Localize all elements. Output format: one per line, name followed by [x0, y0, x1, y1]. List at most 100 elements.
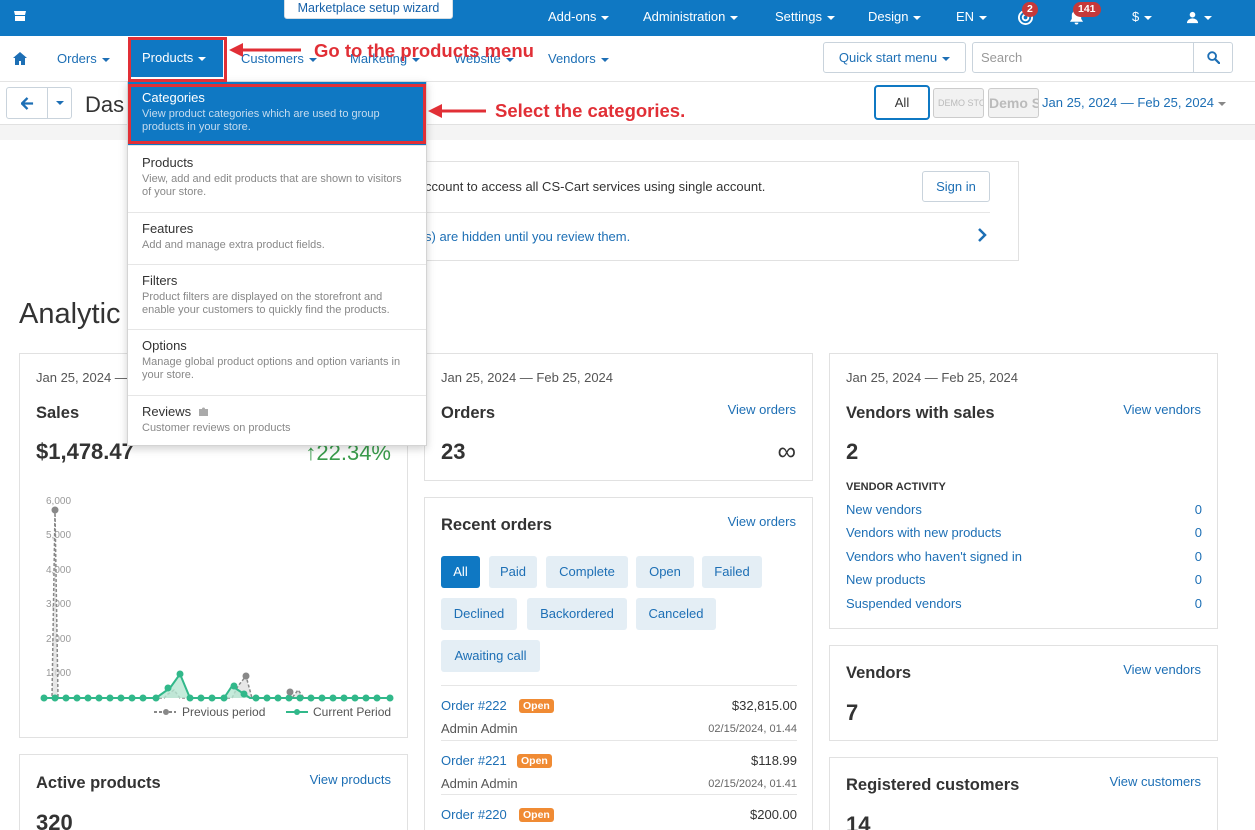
recent-orders-card: Recent orders View orders All Paid Compl…: [424, 497, 813, 830]
view-products-link[interactable]: View products: [310, 772, 391, 787]
order-number-link[interactable]: Order #221: [441, 753, 507, 768]
menu-item-filters[interactable]: Filters Product filters are displayed on…: [128, 265, 426, 330]
legend-previous: Previous period: [182, 705, 265, 719]
chevron-right-icon[interactable]: [977, 228, 987, 242]
annotation-products-menu: Go to the products menu: [314, 40, 534, 61]
order-customer: Admin Admin: [441, 776, 518, 791]
order-amount: $118.99: [750, 753, 797, 768]
recent-view-orders-link[interactable]: View orders: [728, 514, 796, 529]
sales-title: Sales: [36, 404, 80, 422]
design-menu[interactable]: Design: [868, 9, 922, 24]
order-row[interactable]: Order #220 Open $200.00: [441, 794, 797, 830]
order-status-badge: Open: [519, 699, 554, 713]
active-products-value: 320: [36, 810, 73, 830]
order-date: 02/15/2024, 01.41: [708, 778, 797, 790]
back-dropdown-button[interactable]: [47, 87, 72, 119]
filter-backordered[interactable]: Backordered: [527, 598, 627, 630]
sales-chart: 6,000 5,000 4,000 3,000 2,000 1,000 Prev…: [40, 496, 394, 719]
language-menu[interactable]: EN: [956, 9, 988, 24]
vendors-title: Vendors: [846, 664, 912, 682]
search-button[interactable]: [1193, 42, 1233, 73]
date-range-picker[interactable]: Jan 25, 2024 — Feb 25, 2024: [1042, 95, 1227, 110]
view-customers-link[interactable]: View customers: [1109, 774, 1201, 789]
user-menu[interactable]: [1186, 9, 1212, 24]
highlight-categories-item: [128, 84, 426, 144]
current-period-points: [40, 670, 394, 702]
menu-item-features[interactable]: Features Add and manage extra product fi…: [128, 213, 426, 265]
menu-item-options[interactable]: Options Manage global product options an…: [128, 330, 426, 396]
order-number-link[interactable]: Order #222: [441, 698, 507, 713]
filter-open[interactable]: Open: [636, 556, 694, 588]
marketplace-setup-wizard-button[interactable]: Marketplace setup wizard: [284, 0, 453, 19]
annotation-categories: Select the categories.: [495, 100, 686, 121]
y-tick-3000: 3,000: [46, 599, 71, 610]
nav-vendors[interactable]: Vendors: [548, 51, 609, 66]
order-status-badge: Open: [517, 754, 552, 768]
orders-card: Jan 25, 2024 — Feb 25, 2024 Orders View …: [424, 353, 813, 481]
search-input[interactable]: [972, 42, 1194, 73]
customers-title: Registered customers: [846, 776, 1020, 794]
active-products-title: Active products: [36, 774, 161, 792]
notice-review-link[interactable]: s) are hidden until you review them.: [425, 229, 630, 244]
currency-menu[interactable]: $: [1132, 9, 1153, 24]
recent-orders-title: Recent orders: [441, 516, 552, 534]
arrow-left-icon: [21, 97, 34, 110]
administration-menu[interactable]: Administration: [643, 9, 739, 24]
order-row[interactable]: Order #222 Open $32,815.00 Admin Admin 0…: [441, 685, 797, 740]
filter-canceled[interactable]: Canceled: [636, 598, 716, 630]
filter-failed[interactable]: Failed: [702, 556, 762, 588]
filter-declined[interactable]: Declined: [441, 598, 517, 630]
y-tick-6000: 6,000: [46, 496, 71, 507]
filter-all[interactable]: All: [441, 556, 480, 588]
y-tick-1000: 1,000: [46, 668, 71, 679]
view-vendors-link[interactable]: View vendors: [1123, 402, 1201, 417]
back-button[interactable]: [6, 87, 48, 119]
store-icon[interactable]: [13, 10, 27, 22]
settings-menu[interactable]: Settings: [775, 9, 835, 24]
demo-store-logo-2[interactable]: Demo Store: [988, 88, 1039, 118]
menu-item-products[interactable]: Products View, add and edit products tha…: [128, 147, 426, 213]
filter-complete[interactable]: Complete: [546, 556, 628, 588]
home-icon[interactable]: [13, 52, 27, 65]
order-amount: $200.00: [750, 807, 797, 822]
legend-current: Current Period: [313, 705, 391, 719]
customers-value: 14: [846, 812, 871, 830]
addons-menu[interactable]: Add-ons: [548, 9, 610, 24]
order-number-link[interactable]: Order #220: [441, 807, 507, 822]
page-title: Das: [85, 92, 125, 117]
vendors-sales-title: Vendors with sales: [846, 404, 995, 422]
puzzle-icon: [198, 407, 208, 416]
orders-value: 23: [441, 439, 466, 464]
y-tick-5000: 5,000: [46, 530, 71, 541]
filter-awaiting-call[interactable]: Awaiting call: [441, 640, 540, 672]
view-orders-link[interactable]: View orders: [728, 402, 796, 417]
orders-title: Orders: [441, 404, 496, 422]
sign-in-button[interactable]: Sign in: [922, 171, 990, 202]
storefront-all-button[interactable]: All: [874, 85, 930, 120]
vendors-sales-date: Jan 25, 2024 — Feb 25, 2024: [846, 370, 1019, 385]
menu-item-reviews[interactable]: Reviews Customer reviews on products: [128, 396, 426, 446]
nav-orders[interactable]: Orders: [57, 51, 110, 66]
help-badge: 2: [1022, 2, 1038, 17]
highlight-products-menu: [128, 37, 227, 82]
order-status-badge: Open: [519, 808, 554, 822]
filter-paid[interactable]: Paid: [489, 556, 537, 588]
infinity-icon: ∞: [777, 436, 796, 466]
notice-text: ccount to access all CS-Cart services us…: [425, 179, 766, 194]
customers-card: Registered customers View customers 14: [829, 757, 1218, 830]
arrow-to-products-icon: [229, 43, 301, 57]
order-row[interactable]: Order #221 Open $118.99 Admin Admin 02/1…: [441, 740, 797, 795]
y-tick-2000: 2,000: [46, 634, 71, 645]
order-date: 02/15/2024, 01.44: [708, 723, 797, 735]
vendors-value: 7: [846, 700, 859, 725]
active-products-card: Active products View products 320: [19, 754, 408, 830]
view-vendors-link[interactable]: View vendors: [1123, 662, 1201, 677]
vendors-card: Vendors View vendors 7: [829, 645, 1218, 741]
order-customer: Admin Admin: [441, 721, 518, 736]
notifications-badge: 141: [1073, 2, 1101, 17]
demo-store-logo-1[interactable]: DEMO STORE: [933, 88, 984, 118]
y-tick-4000: 4,000: [46, 565, 71, 576]
quick-start-menu-button[interactable]: Quick start menu: [823, 42, 966, 73]
search-icon: [1207, 51, 1220, 64]
order-amount: $32,815.00: [731, 698, 797, 713]
